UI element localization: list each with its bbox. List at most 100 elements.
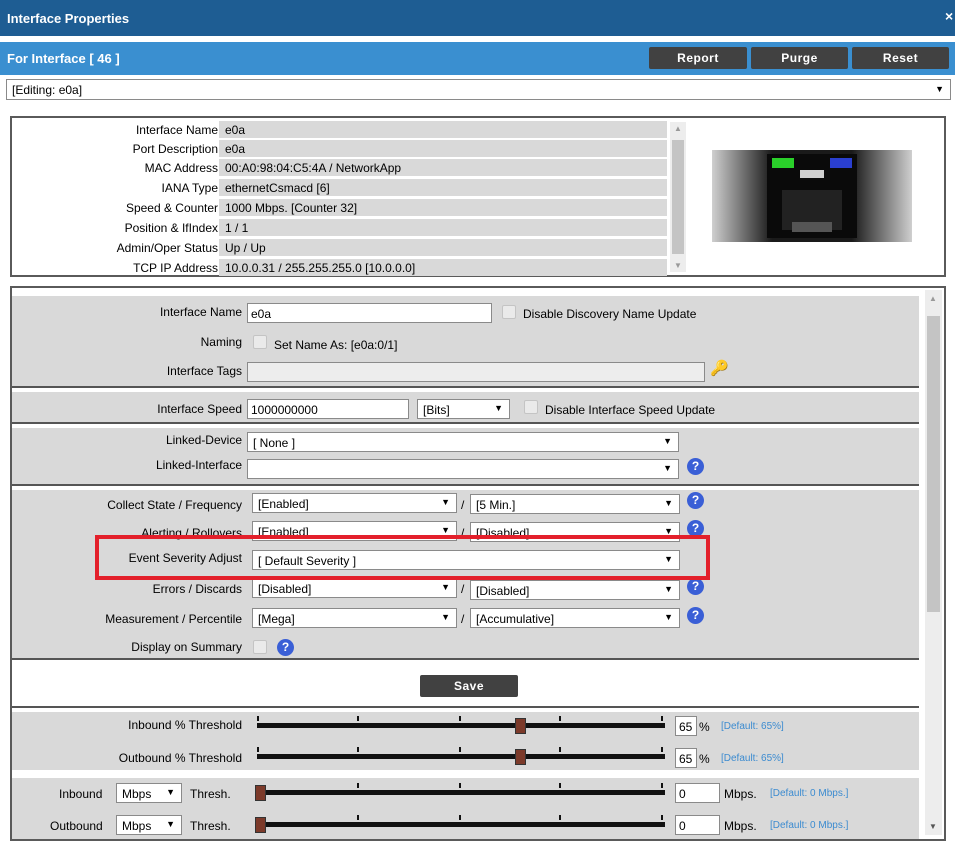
outbound-threshold-label: Outbound % Threshold	[118, 751, 242, 765]
linked-interface-select[interactable]: ▼	[247, 459, 679, 479]
scroll-down-icon[interactable]: ▼	[929, 822, 937, 831]
disable-speed-update-checkbox[interactable]	[524, 400, 538, 414]
inbound-threshold-handle[interactable]	[515, 718, 526, 734]
discards-select[interactable]: [Disabled] ▼	[470, 580, 680, 600]
slider-tick	[559, 747, 561, 752]
speed-unit-select[interactable]: [Bits] ▼	[417, 399, 510, 419]
outbound-unit-select[interactable]: Mbps ▼	[116, 815, 182, 835]
slider-tick	[661, 747, 663, 752]
info-row: Speed & Counter 1000 Mbps. [Counter 32]	[12, 198, 667, 217]
info-scrollbar[interactable]: ▲ ▼	[670, 122, 686, 272]
display-summary-checkbox[interactable]	[253, 640, 267, 654]
info-label: Admin/Oper Status	[116, 241, 218, 255]
slider-tick	[559, 783, 561, 788]
inbound-unit-select[interactable]: Mbps ▼	[116, 783, 182, 803]
outbound-mbps-unit: Mbps.	[724, 819, 757, 833]
inbound-mbps-input[interactable]: 0	[675, 783, 720, 803]
close-icon[interactable]: ×	[945, 8, 955, 24]
inbound-unit-value: Mbps	[122, 787, 152, 801]
disable-speed-update-label: Disable Interface Speed Update	[545, 403, 716, 417]
slider-tick	[257, 747, 259, 752]
measurement-help-icon[interactable]: ?	[687, 607, 704, 624]
interface-tags-input[interactable]	[247, 362, 705, 382]
scroll-down-icon[interactable]: ▼	[674, 261, 682, 270]
interface-info-panel: Interface Name e0a Port Description e0a MA…	[10, 116, 946, 277]
outbound-mbps-input[interactable]: 0	[675, 815, 720, 835]
inbound-mbps-slider[interactable]	[257, 790, 665, 795]
chevron-down-icon: ▼	[663, 463, 672, 473]
reset-button[interactable]: Reset	[852, 47, 949, 69]
settings-scrollbar[interactable]: ▲ ▼	[925, 290, 942, 835]
display-summary-label: Display on Summary	[131, 640, 242, 654]
scroll-up-icon[interactable]: ▲	[929, 294, 937, 303]
info-value: 1000 Mbps. [Counter 32]	[219, 199, 667, 216]
chevron-down-icon: ▼	[441, 497, 450, 507]
linked-interface-help-icon[interactable]: ?	[687, 458, 704, 475]
disable-discovery-name-checkbox[interactable]	[502, 305, 516, 319]
slider-tick	[559, 716, 561, 721]
linked-device-value: [ None ]	[253, 436, 296, 450]
linked-device-select[interactable]: [ None ] ▼	[247, 432, 679, 452]
ethernet-port-icon	[712, 150, 912, 242]
interface-speed-label: Interface Speed	[157, 402, 242, 416]
info-row: Position & IfIndex 1 / 1	[12, 218, 667, 237]
slider-tick	[459, 747, 461, 752]
inbound-mbps-handle[interactable]	[255, 785, 266, 801]
collect-state-select[interactable]: [Enabled] ▼	[252, 493, 457, 513]
interface-name-input[interactable]: e0a	[247, 303, 492, 323]
discards-value: [Disabled]	[476, 584, 530, 598]
scroll-up-icon[interactable]: ▲	[674, 124, 682, 133]
report-button[interactable]: Report	[649, 47, 747, 69]
inbound-threshold-input[interactable]: 65	[675, 716, 697, 736]
info-value: e0a	[219, 140, 667, 157]
outbound-mbps-default: [Default: 0 Mbps.]	[770, 820, 849, 831]
errors-select[interactable]: [Disabled] ▼	[252, 578, 457, 598]
editing-select[interactable]: [Editing: e0a] ▼	[6, 79, 951, 100]
info-scroll-thumb[interactable]	[672, 140, 684, 254]
editing-select-value: [Editing: e0a]	[12, 83, 83, 97]
chevron-down-icon: ▼	[664, 498, 673, 508]
window-titlebar: Interface Properties ×	[0, 0, 955, 36]
set-name-checkbox[interactable]	[253, 335, 267, 349]
purge-button[interactable]: Purge	[751, 47, 848, 69]
info-value: ethernetCsmacd [6]	[219, 179, 667, 196]
key-icon[interactable]: 🔑	[710, 359, 729, 377]
measurement-value: [Mega]	[258, 612, 295, 626]
measurement-select[interactable]: [Mega] ▼	[252, 608, 457, 628]
info-value: 1 / 1	[219, 219, 667, 236]
display-summary-help-icon[interactable]: ?	[277, 639, 294, 656]
collect-state-help-icon[interactable]: ?	[687, 492, 704, 509]
outbound-threshold-slider[interactable]	[257, 754, 665, 759]
outbound-threshold-handle[interactable]	[515, 749, 526, 765]
info-row: Interface Name e0a	[12, 120, 667, 139]
chevron-down-icon: ▼	[441, 582, 450, 592]
info-value: Up / Up	[219, 239, 667, 256]
slider-tick	[661, 815, 663, 820]
save-button[interactable]: Save	[420, 675, 518, 697]
info-label: Interface Name	[135, 123, 218, 137]
slider-tick	[459, 815, 461, 820]
interface-tags-label: Interface Tags	[166, 364, 242, 378]
inbound-threshold-slider[interactable]	[257, 723, 665, 728]
info-value: 00:A0:98:04:C5:4A / NetworkApp	[219, 159, 667, 176]
slider-tick	[357, 716, 359, 721]
divider	[12, 658, 919, 660]
errors-discards-label: Errors / Discards	[152, 582, 242, 596]
info-value: 10.0.0.31 / 255.255.255.0 [10.0.0.0]	[219, 259, 667, 276]
chevron-down-icon: ▼	[441, 525, 450, 535]
outbound-threshold-input[interactable]: 65	[675, 748, 697, 768]
interface-speed-input[interactable]: 1000000000	[247, 399, 409, 419]
settings-scroll-thumb[interactable]	[927, 316, 940, 612]
info-label: IANA Type	[161, 181, 218, 195]
outbound-mbps-handle[interactable]	[255, 817, 266, 833]
interface-header: For Interface [ 46 ] Report Purge Reset	[0, 42, 955, 75]
errors-help-icon[interactable]: ?	[687, 578, 704, 595]
chevron-down-icon: ▼	[494, 403, 503, 413]
slider-tick	[661, 716, 663, 721]
outbound-thresh-label: Thresh.	[190, 819, 231, 833]
collect-frequency-select[interactable]: [5 Min.] ▼	[470, 494, 680, 514]
chevron-down-icon: ▼	[441, 612, 450, 622]
separator-slash: /	[461, 612, 465, 626]
outbound-mbps-slider[interactable]	[257, 822, 665, 827]
percentile-select[interactable]: [Accumulative] ▼	[470, 608, 680, 628]
